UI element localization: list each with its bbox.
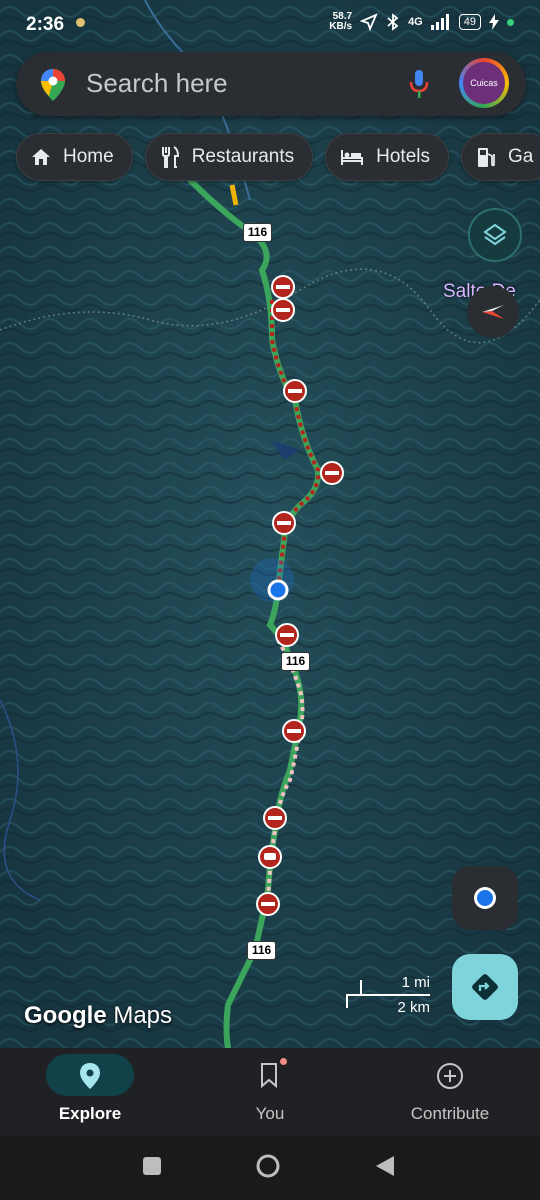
closure-marker[interactable]	[282, 719, 306, 743]
network-type: 4G	[408, 16, 423, 28]
directions-button[interactable]	[452, 954, 518, 1020]
navigation-arrow-icon	[360, 13, 378, 31]
restaurant-icon	[161, 146, 179, 168]
chip-label: Home	[63, 146, 114, 167]
nav-explore[interactable]: Explore	[0, 1048, 180, 1136]
layers-button[interactable]	[468, 208, 522, 262]
my-location-dot	[267, 579, 289, 601]
avatar[interactable]: Cuicas	[459, 58, 509, 108]
chip-label: Ga	[508, 146, 534, 167]
nav-contribute[interactable]: Contribute	[360, 1048, 540, 1136]
route-shield: 116	[243, 223, 272, 242]
closure-marker[interactable]	[283, 379, 307, 403]
closure-marker[interactable]	[271, 298, 295, 322]
chip-gas[interactable]: Ga	[461, 133, 540, 181]
route-shield: 116	[281, 652, 310, 671]
category-chips: Home Restaurants Hotels Ga	[16, 133, 540, 181]
closure-marker[interactable]	[271, 275, 295, 299]
notification-badge	[280, 1058, 287, 1065]
status-icons: 58.7 KB/s 4G 49	[329, 12, 514, 32]
closure-marker[interactable]	[275, 623, 299, 647]
compass-icon	[482, 305, 504, 319]
closure-marker[interactable]	[272, 511, 296, 535]
home-button-icon[interactable]	[255, 1153, 281, 1179]
nav-you[interactable]: You	[180, 1048, 360, 1136]
closure-marker[interactable]	[256, 892, 280, 916]
charging-icon	[489, 14, 499, 30]
chip-hotels[interactable]: Hotels	[325, 133, 449, 181]
route-shield: 116	[247, 941, 276, 960]
location-pin-icon	[80, 1063, 100, 1089]
closure-marker[interactable]	[320, 461, 344, 485]
google-maps-watermark: Google Maps	[24, 1002, 173, 1029]
recents-icon[interactable]	[142, 1156, 162, 1176]
compass-button[interactable]	[467, 286, 519, 338]
bluetooth-icon	[387, 13, 399, 31]
directions-icon	[472, 974, 498, 1000]
battery-indicator: 49	[458, 14, 481, 30]
my-location-button[interactable]	[452, 866, 518, 930]
nav-label: Contribute	[410, 1104, 490, 1123]
nav-label: You	[255, 1104, 285, 1123]
closure-marker[interactable]	[263, 806, 287, 830]
crash-marker[interactable]	[258, 845, 282, 869]
clock: 2:36	[26, 14, 65, 35]
add-circle-icon	[437, 1063, 463, 1089]
bookmark-icon	[261, 1063, 277, 1088]
mic-icon[interactable]	[408, 68, 430, 100]
search-input[interactable]: Search here	[86, 68, 228, 99]
chip-label: Restaurants	[191, 146, 295, 167]
privacy-indicator-icon	[507, 18, 514, 26]
notification-dot-icon	[76, 18, 85, 27]
signal-icon	[430, 14, 449, 30]
chip-restaurants[interactable]: Restaurants	[144, 133, 314, 181]
system-navigation-bar	[0, 1136, 540, 1200]
nav-label: Explore	[58, 1104, 122, 1123]
layers-icon	[483, 223, 507, 246]
scale-metric: 2 km	[397, 999, 430, 1016]
back-icon[interactable]	[374, 1154, 396, 1178]
chip-label: Hotels	[376, 146, 430, 167]
scale-imperial: 1 mi	[401, 974, 430, 991]
hotel-icon	[341, 150, 364, 165]
my-location-icon	[474, 887, 496, 909]
bottom-navigation: Explore You Contribute	[0, 1048, 540, 1136]
gas-station-icon	[478, 148, 495, 167]
net-speed: 58.7 KB/s	[329, 11, 353, 32]
status-bar: 2:36 58.7 KB/s 4G 49	[0, 0, 540, 48]
search-bar[interactable]: Search here Cuicas	[16, 52, 526, 116]
maps-logo-icon	[41, 69, 65, 101]
home-icon	[32, 149, 50, 165]
chip-home[interactable]: Home	[16, 133, 133, 181]
